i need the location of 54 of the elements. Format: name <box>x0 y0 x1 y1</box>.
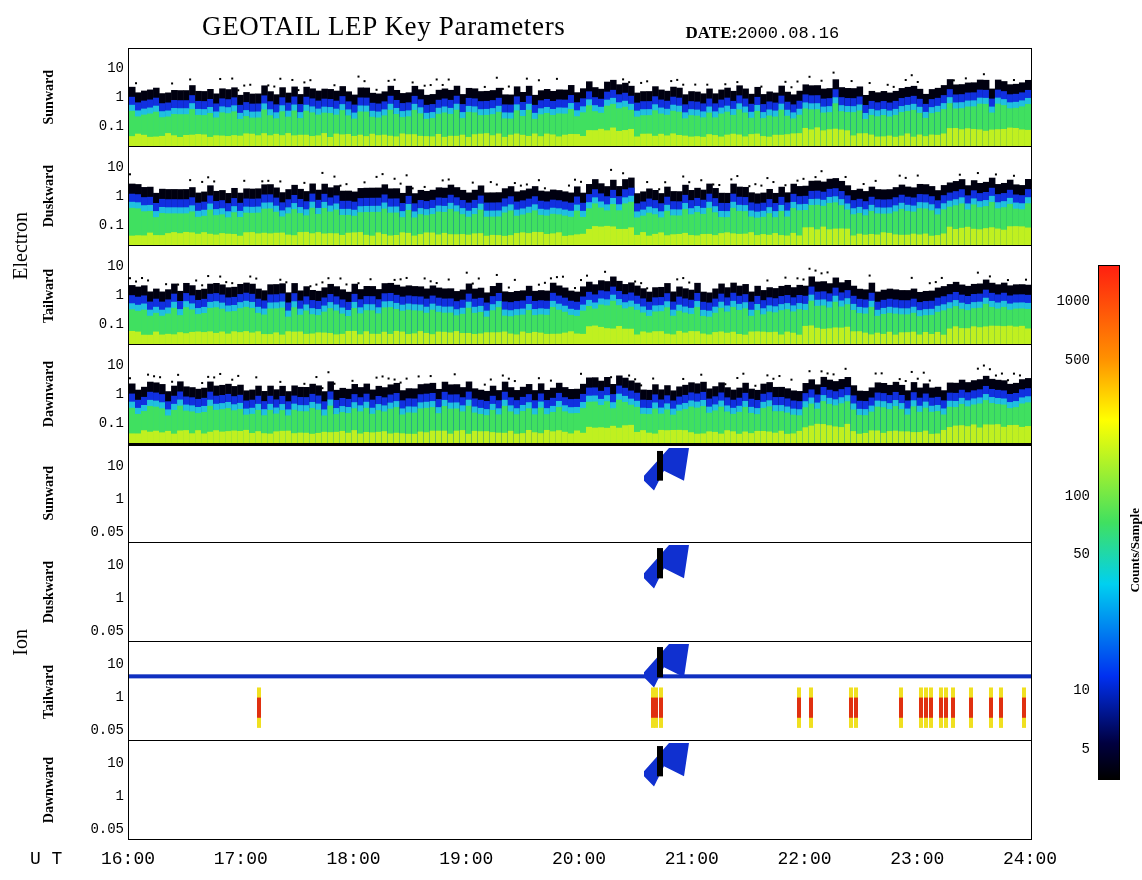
y-tick-label: 1 <box>115 385 124 404</box>
y-tick-label: 1 <box>115 688 124 707</box>
color-scale-label: Counts/Sample <box>1126 507 1142 593</box>
y-tick-label: 1 <box>115 787 124 806</box>
y-tick-label: 0.1 <box>98 315 124 334</box>
x-tick-label: 16:00 <box>101 848 155 871</box>
color-scale-tick-label: 10 <box>1073 683 1090 698</box>
x-tick-label: 20:00 <box>552 848 606 871</box>
panel-label: Dawnward <box>39 757 57 824</box>
y-tick-label: 10 <box>107 655 124 674</box>
x-tick-label: 24:00 <box>1003 848 1057 871</box>
ion-burst-drawing <box>644 448 689 491</box>
y-tick-label: 0.05 <box>90 523 124 542</box>
panel-label: Duskward <box>39 561 57 624</box>
y-tick-label: 1 <box>115 286 124 305</box>
group-label: Ion <box>8 628 32 656</box>
panel-label: Sunward <box>39 70 57 125</box>
y-tick-label: 0.1 <box>98 414 124 433</box>
y-tick-label: 10 <box>107 59 124 78</box>
color-scale-tick-label: 500 <box>1064 352 1090 367</box>
y-tick-label: 0.05 <box>90 820 124 839</box>
y-tick-label: 1 <box>115 88 124 107</box>
panel-label: Dawnward <box>39 361 57 428</box>
panel-label: Tailward <box>39 664 57 719</box>
panel-label: Tailward <box>39 268 57 323</box>
x-tick-label: 23:00 <box>890 848 945 871</box>
y-tick-label: 1 <box>115 589 124 608</box>
date-label: DATE:2000.08.16 <box>685 21 840 45</box>
y-tick-label: 10 <box>107 356 124 375</box>
y-tick-label: 10 <box>107 754 124 773</box>
x-tick-label: 22:00 <box>777 848 832 871</box>
y-tick-label: 0.1 <box>98 216 124 235</box>
y-tick-label: 0.1 <box>98 117 124 136</box>
x-tick-label: 21:00 <box>664 848 719 871</box>
y-tick-label: 0.05 <box>90 622 124 641</box>
x-tick-label: 17:00 <box>213 848 268 871</box>
y-tick-label: 10 <box>107 257 124 276</box>
plot-title: GEOTAIL LEP Key Parameters <box>202 9 566 43</box>
color-scale-tick-label: 50 <box>1073 547 1090 562</box>
y-tick-label: 10 <box>107 556 124 575</box>
x-tick-label: 19:00 <box>439 848 494 871</box>
x-tick-label: 18:00 <box>326 848 381 871</box>
color-scale-tick-label: 5 <box>1081 742 1090 757</box>
y-tick-label: 1 <box>115 187 124 206</box>
x-axis-label: U T <box>30 849 63 869</box>
y-tick-label: 0.05 <box>90 721 124 740</box>
color-scale-tick-label: 1000 <box>1056 294 1090 309</box>
panel-label: Duskward <box>39 165 57 228</box>
y-tick-label: 1 <box>115 490 124 509</box>
color-scale-tick-label: 100 <box>1064 488 1090 503</box>
y-tick-label: 10 <box>107 457 124 476</box>
y-tick-label: 10 <box>107 158 124 177</box>
group-label: Electron <box>8 212 32 280</box>
panel-label: Sunward <box>39 466 57 521</box>
